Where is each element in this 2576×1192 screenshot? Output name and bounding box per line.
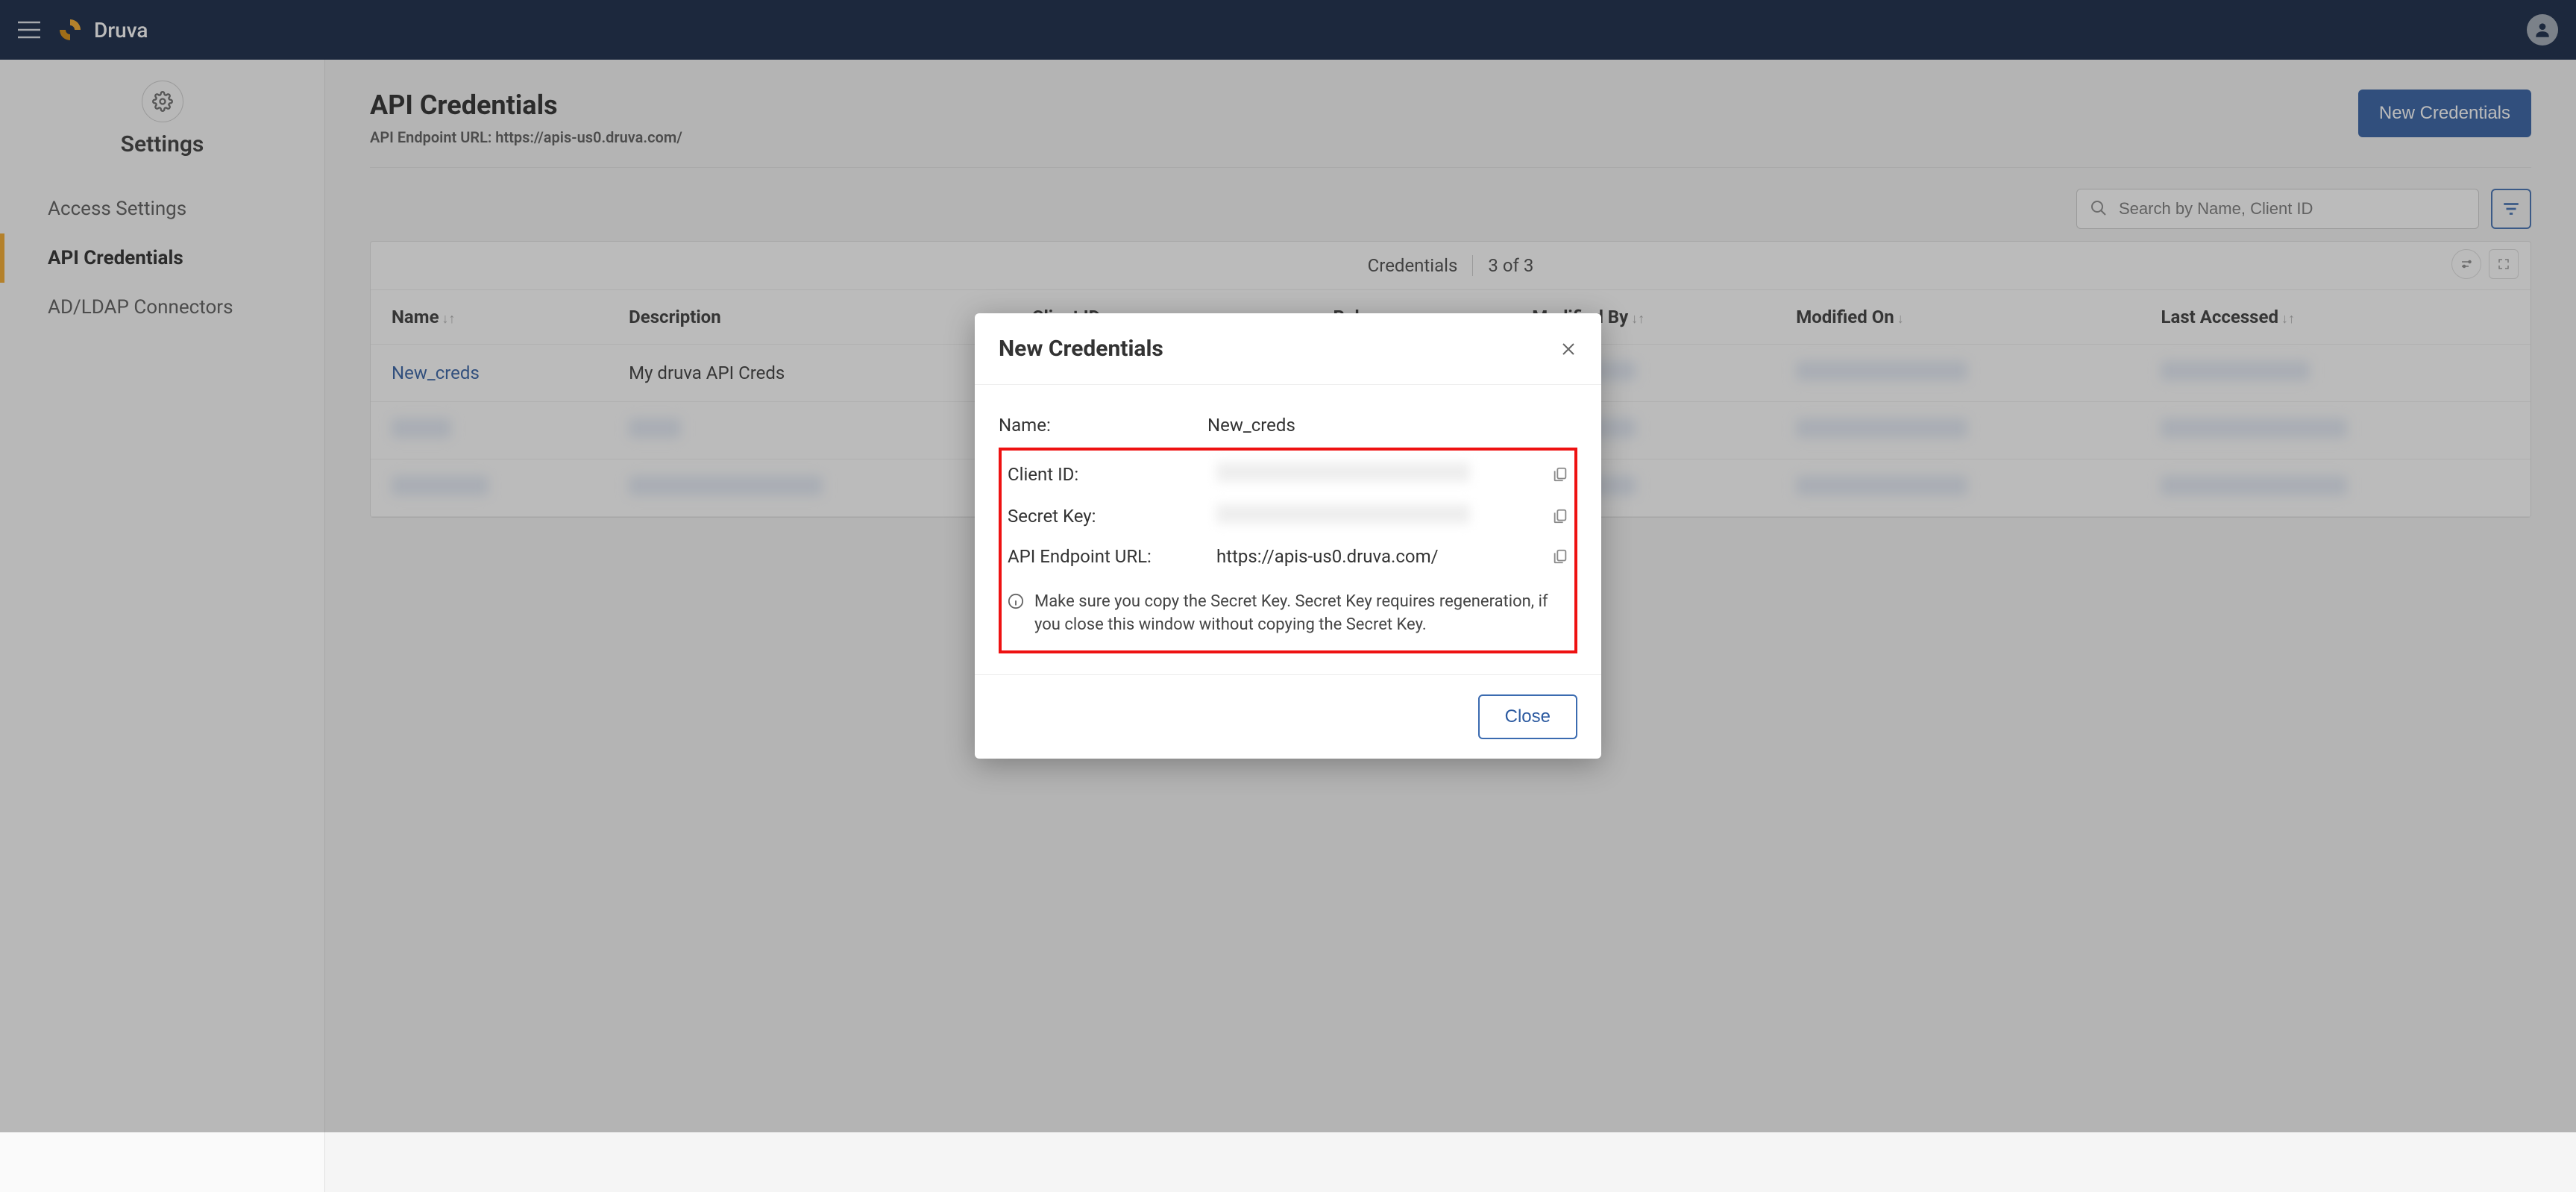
endpoint-value: https://apis-us0.druva.com/ [1216,546,1545,567]
copy-secret-key-icon[interactable] [1552,508,1568,524]
highlighted-section: Client ID: Secret Key: API Endpoint URL:… [999,448,1577,653]
info-icon [1008,593,1024,637]
secret-key-label: Secret Key: [1008,506,1209,527]
close-icon[interactable] [1559,340,1577,358]
client-id-value-redacted [1216,462,1470,482]
secret-key-value-redacted [1216,504,1470,524]
modal-overlay: New Credentials Name: New_creds Client I… [0,0,2576,1132]
copy-client-id-icon[interactable] [1552,466,1568,483]
client-id-label: Client ID: [1008,464,1209,485]
endpoint-label: API Endpoint URL: [1008,546,1209,567]
info-text: Make sure you copy the Secret Key. Secre… [1034,591,1568,637]
name-value: New_creds [1207,415,1577,436]
copy-endpoint-icon[interactable] [1552,548,1568,565]
close-button[interactable]: Close [1478,694,1577,739]
name-label: Name: [999,415,1200,436]
new-credentials-modal: New Credentials Name: New_creds Client I… [975,313,1601,759]
modal-title: New Credentials [999,336,1163,362]
